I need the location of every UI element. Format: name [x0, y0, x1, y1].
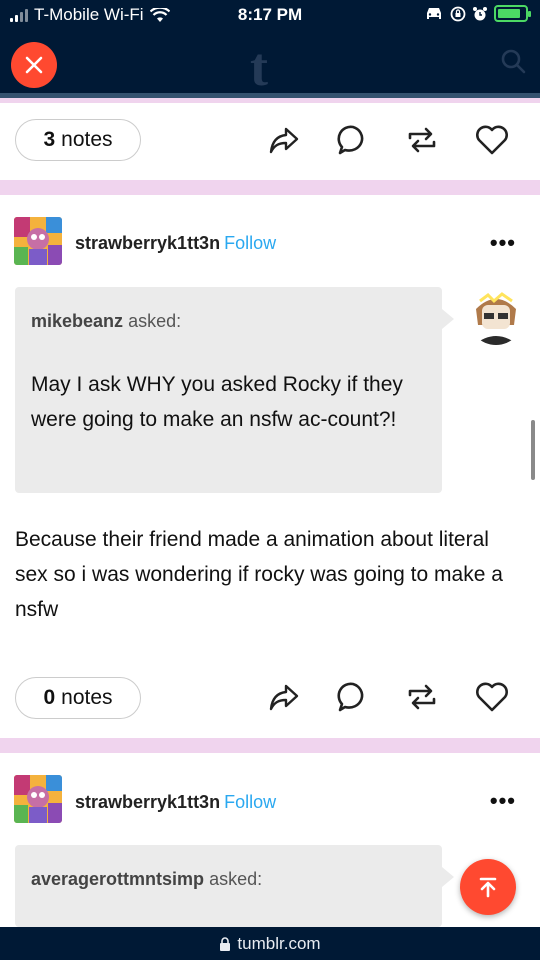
ask-bubble: averagerottmntsimp asked: [15, 845, 454, 927]
scrollbar[interactable] [531, 420, 535, 480]
reply-icon[interactable] [336, 123, 370, 157]
tumblr-logo: t [250, 37, 268, 97]
asker-line: mikebeanz asked: [31, 311, 181, 332]
share-icon[interactable] [267, 123, 301, 157]
more-options-button[interactable]: ••• [490, 788, 516, 814]
reblog-icon[interactable] [405, 680, 439, 714]
lock-icon [220, 936, 231, 951]
notes-button[interactable]: 0 notes [15, 677, 141, 719]
status-right [424, 5, 531, 22]
notes-label: notes [61, 686, 113, 709]
notes-count: 3 [43, 128, 56, 151]
answer-text: Because their friend made a animation ab… [15, 528, 503, 621]
arrow-up-icon [479, 877, 497, 898]
notes-label: notes [61, 128, 113, 151]
car-icon [427, 7, 441, 19]
avatar[interactable] [14, 775, 62, 823]
asked-label: asked: [128, 311, 182, 331]
reply-icon[interactable] [336, 680, 370, 714]
post-card: strawberryk1tt3n Follow ••• mikebeanz ask… [0, 195, 540, 738]
notes-count: 0 [43, 686, 56, 709]
scroll-to-top-button[interactable] [460, 859, 516, 915]
reblog-icon[interactable] [405, 123, 439, 157]
share-icon[interactable] [267, 680, 301, 714]
asker-name[interactable]: averagerottmntsimp [31, 869, 204, 889]
url-bar[interactable]: tumblr.com [0, 927, 540, 960]
post-actions [267, 680, 510, 714]
post-actions [267, 123, 510, 157]
follow-button[interactable]: Follow [224, 233, 276, 253]
asked-label: asked: [209, 869, 263, 889]
asker-avatar-image [468, 289, 524, 345]
avatar[interactable] [14, 217, 62, 265]
search-icon[interactable] [500, 48, 526, 74]
notes-button[interactable]: 3 notes [15, 119, 141, 161]
app-header: t [0, 32, 540, 98]
url-domain: tumblr.com [237, 933, 321, 953]
rotation-lock-icon [450, 6, 466, 21]
follow-button[interactable]: Follow [224, 792, 276, 812]
avatar-image [14, 775, 62, 823]
like-icon[interactable] [474, 680, 510, 714]
post-card-previous: 3 notes [0, 103, 540, 180]
blog-name-row: strawberryk1tt3n Follow [75, 792, 276, 813]
question-text: May I ask WHY you asked Rocky if they we… [31, 373, 403, 431]
ask-bubble: mikebeanz asked: May I ask WHY you asked… [15, 287, 454, 493]
close-button[interactable] [11, 42, 57, 88]
blog-name-row: strawberryk1tt3n Follow [75, 233, 276, 254]
close-icon [25, 56, 43, 74]
blog-name[interactable]: strawberryk1tt3n [75, 233, 220, 253]
more-options-button[interactable]: ••• [490, 230, 516, 256]
battery-fill [498, 9, 520, 18]
battery-icon [494, 5, 531, 22]
post-card-next: strawberryk1tt3n Follow ••• averagerottmn… [0, 753, 540, 927]
asker-avatar[interactable] [468, 289, 524, 345]
asker-name[interactable]: mikebeanz [31, 311, 123, 331]
alarm-icon [473, 6, 487, 20]
like-icon[interactable] [474, 123, 510, 157]
avatar-image [14, 217, 62, 265]
asker-line: averagerottmntsimp asked: [31, 869, 262, 890]
status-bar: T-Mobile Wi-Fi 8:17 PM [0, 0, 540, 32]
blog-name[interactable]: strawberryk1tt3n [75, 792, 220, 812]
